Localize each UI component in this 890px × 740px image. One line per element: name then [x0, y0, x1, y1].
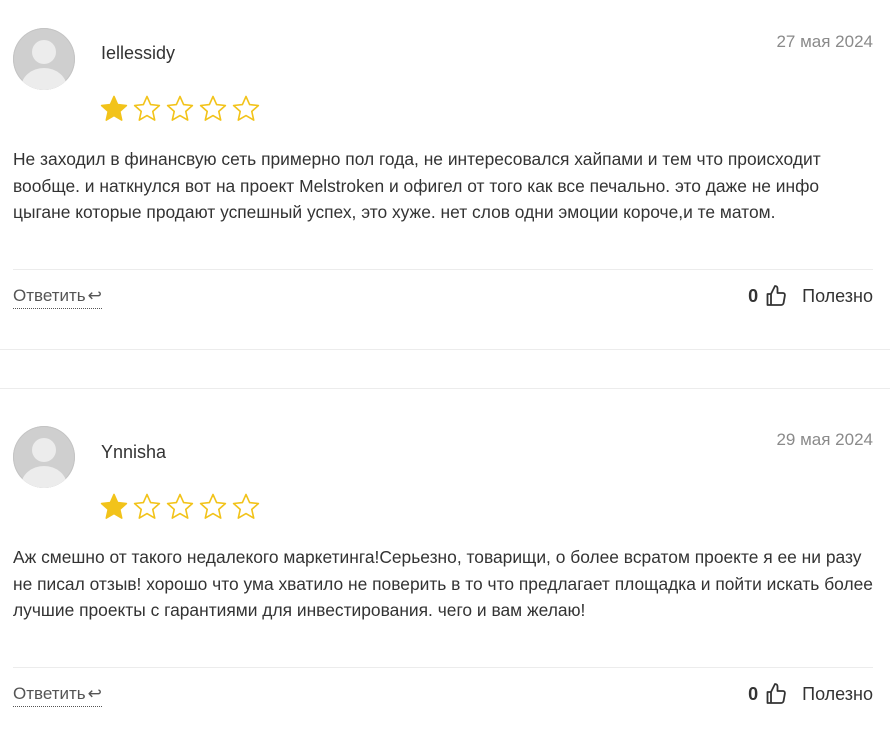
review-card: Ynnisha 29 мая 2024 Аж смешно от такого … [0, 0, 890, 740]
review-author: Ynnisha [101, 442, 167, 462]
thumbs-up-icon[interactable] [764, 682, 788, 706]
avatar [13, 426, 75, 488]
helpful-label[interactable]: Полезно [802, 684, 873, 705]
review-text: Аж смешно от такого недалекого маркетинг… [13, 547, 873, 620]
divider [13, 667, 873, 668]
star-empty-icon [199, 493, 227, 519]
helpful-section: 0 Полезно [748, 682, 873, 706]
star-empty-icon [166, 493, 194, 519]
reply-button[interactable]: Ответить ↩ [13, 684, 102, 707]
star-empty-icon [232, 493, 260, 519]
star-filled-icon [100, 493, 128, 519]
star-empty-icon [133, 493, 161, 519]
star-rating [99, 492, 264, 522]
reply-label: Ответить [13, 684, 86, 703]
helpful-count: 0 [748, 683, 759, 704]
review-date: 29 мая 2024 [776, 430, 873, 449]
reply-arrow-icon: ↩ [87, 684, 102, 703]
